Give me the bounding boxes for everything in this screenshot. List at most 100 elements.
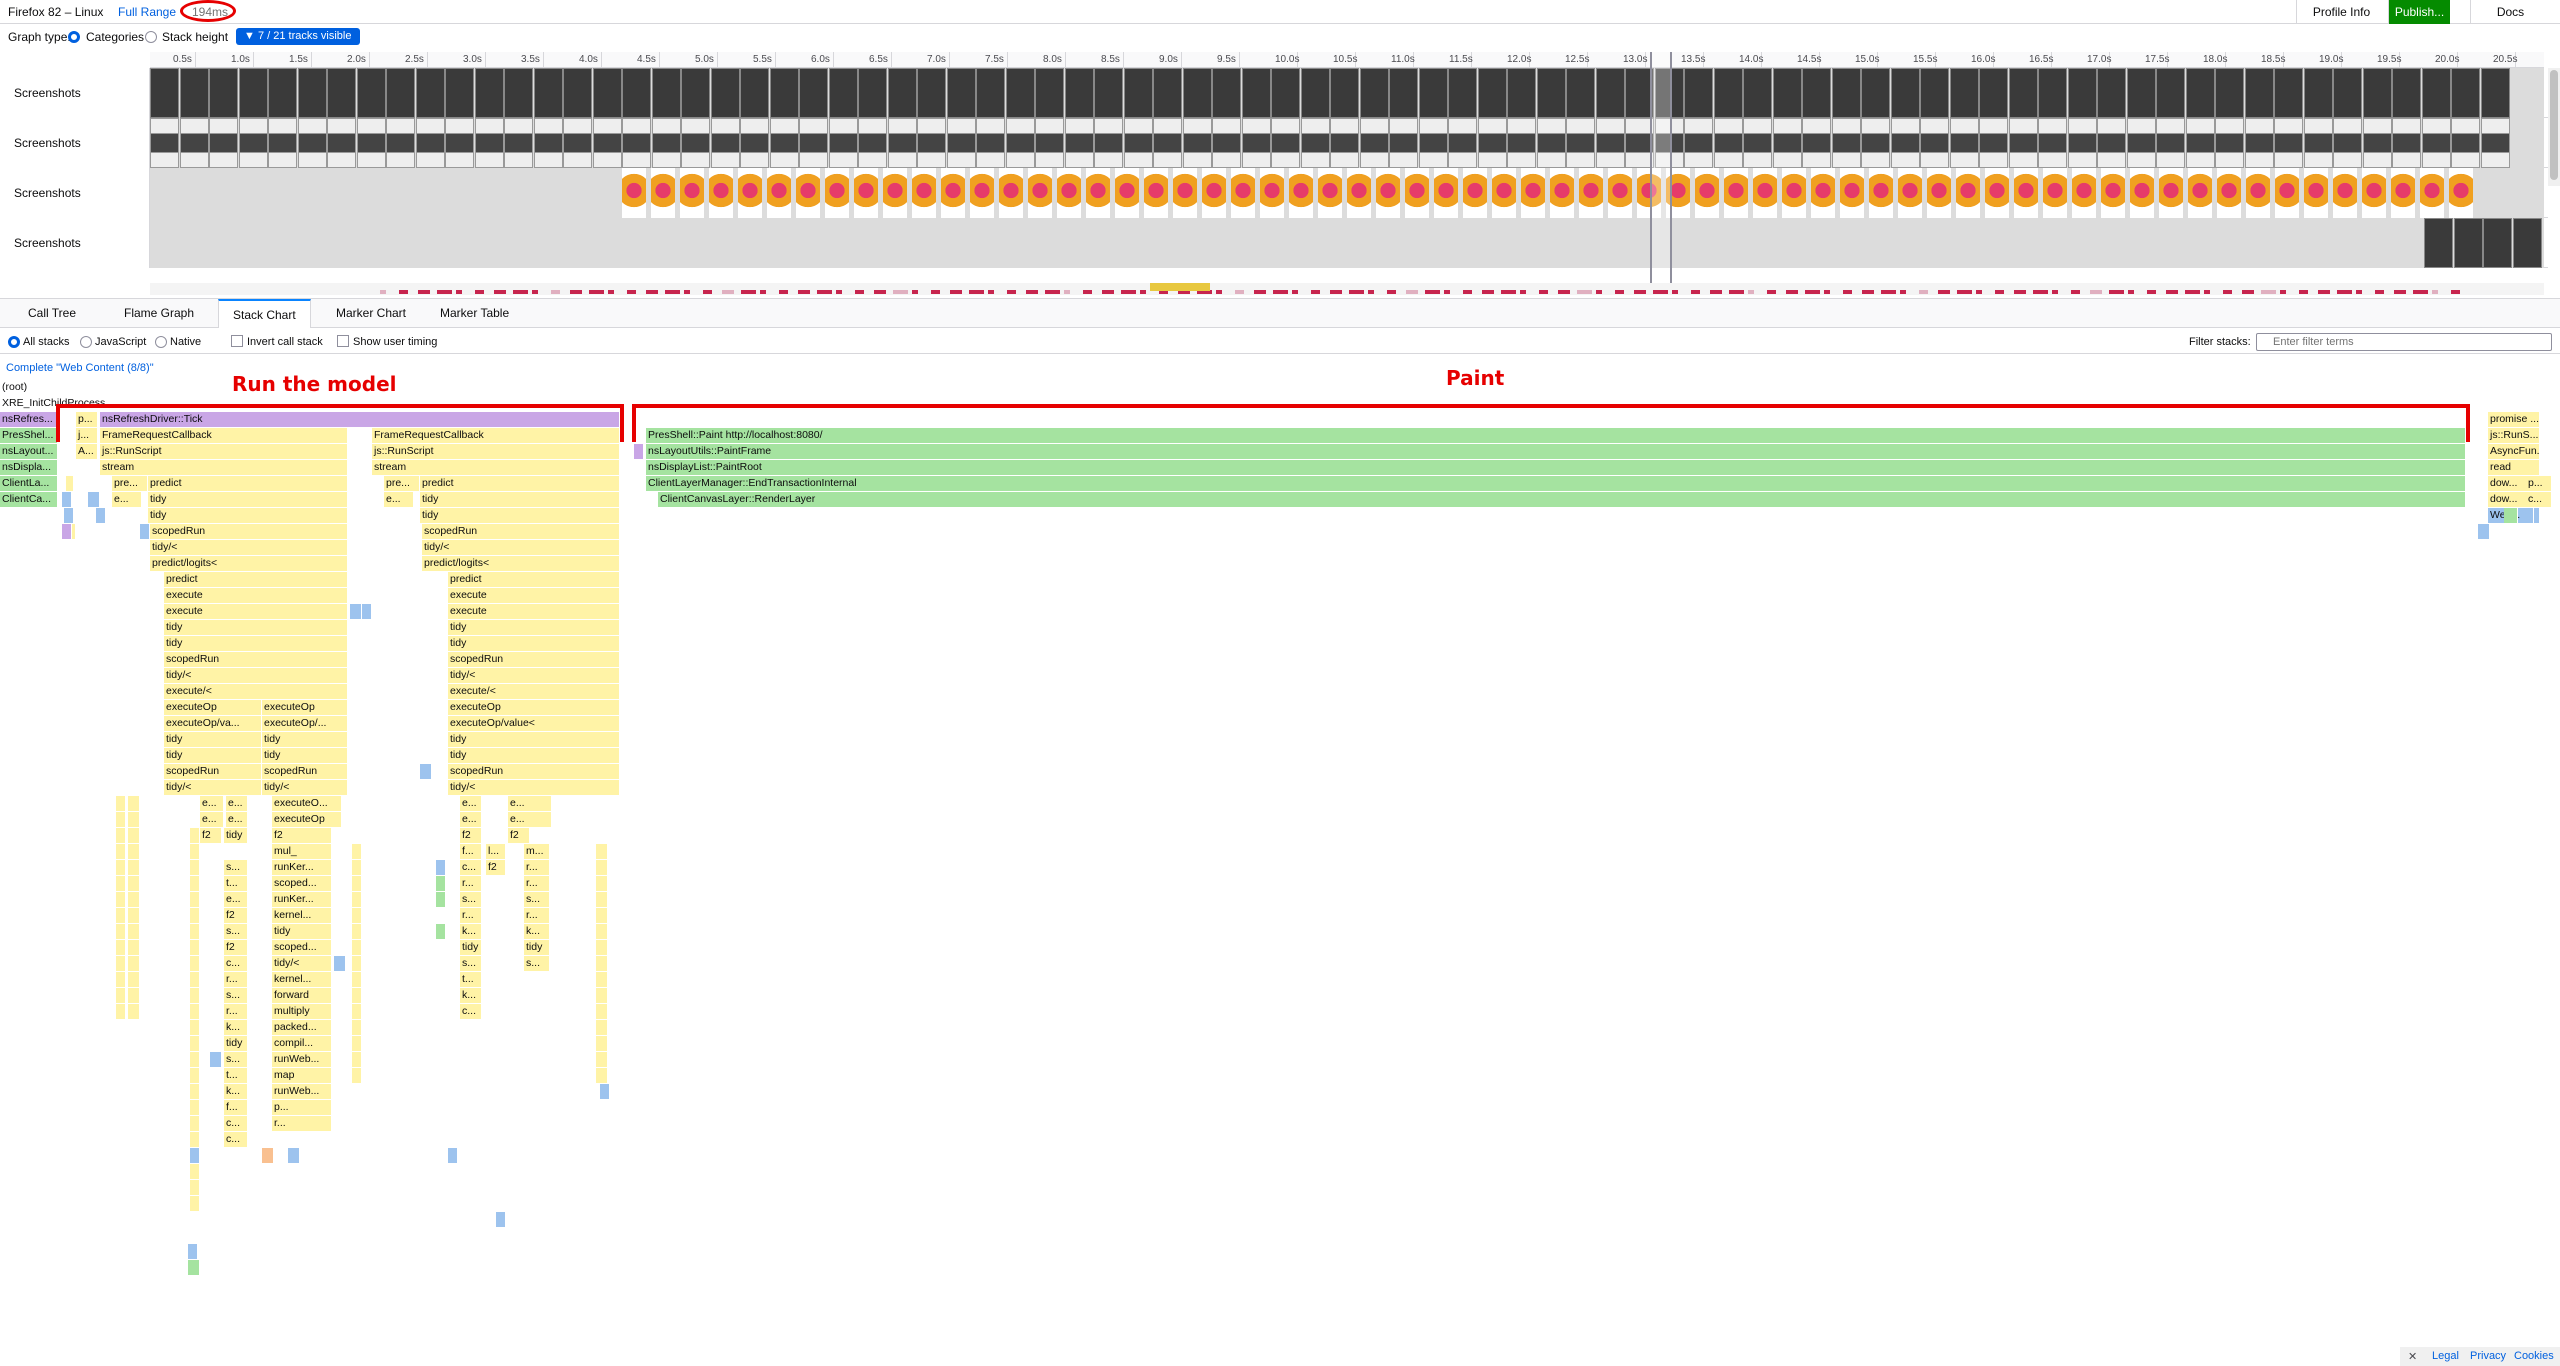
stack-frame[interactable]: scopedRun	[448, 764, 620, 779]
show-user-timing-checkbox[interactable]	[337, 335, 349, 347]
screenshot-thumbnail[interactable]	[1241, 118, 1271, 168]
stack-frame[interactable]: tidy	[262, 732, 348, 747]
marker[interactable]	[2147, 290, 2156, 294]
frame-deep[interactable]	[352, 860, 362, 875]
stack-frame[interactable]: tidy	[164, 636, 348, 651]
screenshot-thumbnail[interactable]	[1359, 118, 1389, 168]
frame-deep[interactable]	[352, 876, 362, 891]
marker[interactable]	[1482, 290, 1494, 294]
screenshot-thumbnail[interactable]	[2101, 168, 2125, 218]
marker[interactable]	[722, 290, 734, 294]
frame-deep[interactable]: kernel...	[272, 972, 332, 987]
stack-frame[interactable]: e...	[226, 796, 248, 811]
marker[interactable]	[1539, 290, 1548, 294]
screenshot-thumbnail[interactable]	[1347, 168, 1371, 218]
frame-deep[interactable]	[352, 1052, 362, 1067]
screenshot-thumbnail[interactable]	[1300, 68, 1330, 118]
stack-frame[interactable]: tidy	[448, 620, 620, 635]
stack-frame[interactable]	[436, 876, 446, 891]
marker[interactable]	[988, 290, 994, 294]
frame-deep[interactable]	[116, 844, 126, 859]
timeline-ruler[interactable]: 0.5s 1.0s 1.5s 2.0s 2.5s 3.0s 3.5s 4.0s 4.5s 5.0s…	[150, 52, 2544, 68]
screenshot-thumbnail[interactable]	[825, 168, 849, 218]
marker[interactable]	[1843, 290, 1852, 294]
marker[interactable]	[1862, 290, 1874, 294]
marker[interactable]	[2223, 290, 2232, 294]
frame-right-column[interactable]: read	[2488, 460, 2540, 475]
marker[interactable]	[2299, 290, 2308, 294]
marker[interactable]	[532, 290, 538, 294]
marker[interactable]	[475, 290, 484, 294]
stack-frame[interactable]: tidy	[524, 940, 550, 955]
screenshot-thumbnail[interactable]	[767, 168, 791, 218]
invert-call-stack-checkbox[interactable]	[231, 335, 243, 347]
screenshot-thumbnail[interactable]	[2453, 218, 2483, 268]
frame-deep[interactable]	[128, 988, 140, 1003]
marker[interactable]	[1748, 290, 1754, 294]
frame-deep[interactable]	[352, 988, 362, 1003]
frame-deep[interactable]	[190, 1036, 200, 1051]
frame-deep[interactable]: map	[272, 1068, 332, 1083]
marker[interactable]	[627, 290, 636, 294]
frame-deep[interactable]	[128, 796, 140, 811]
screenshot-thumbnail[interactable]	[1005, 68, 1035, 118]
frame-deep[interactable]: scoped...	[272, 940, 332, 955]
screenshot-thumbnail[interactable]	[2449, 168, 2473, 218]
screenshot-thumbnail[interactable]	[1713, 118, 1743, 168]
stack-chart[interactable]: (root) XRE_InitChildProcess nsRefres... Pre…	[0, 380, 2560, 1346]
tab-call-tree[interactable]: Call Tree	[14, 299, 90, 328]
screenshot-thumbnail[interactable]	[2362, 118, 2392, 168]
screenshot-thumbnail[interactable]	[2159, 168, 2183, 218]
cookies-link[interactable]: Cookies	[2514, 1350, 2554, 1362]
stack-frame[interactable]	[262, 1148, 274, 1163]
stack-frame[interactable]	[362, 604, 372, 619]
frame-deep[interactable]: tidy	[224, 1036, 248, 1051]
screenshot-thumbnail[interactable]	[1434, 168, 1458, 218]
screenshot-thumbnail[interactable]	[1579, 168, 1603, 218]
stack-frame[interactable]: e...	[508, 812, 552, 827]
frame-deep[interactable]: s...	[224, 860, 248, 875]
stack-frame[interactable]: executeOp/value<	[448, 716, 620, 731]
marker[interactable]	[2432, 290, 2438, 294]
screenshot-thumbnail[interactable]	[651, 168, 675, 218]
screenshot-thumbnail[interactable]	[533, 68, 563, 118]
screenshot-thumbnail[interactable]	[1289, 168, 1313, 218]
screenshot-thumbnail[interactable]	[970, 168, 994, 218]
stack-frame[interactable]	[436, 892, 446, 907]
stack-frame[interactable]: tidy/<	[448, 668, 620, 683]
screenshot-thumbnail[interactable]	[946, 118, 976, 168]
screenshot-thumbnail[interactable]	[2008, 118, 2038, 168]
screenshot-thumbnail[interactable]	[297, 68, 327, 118]
stack-frame[interactable]: c...	[2526, 492, 2552, 507]
marker[interactable]	[2052, 290, 2058, 294]
screenshot-thumbnail[interactable]	[681, 118, 710, 168]
marker[interactable]	[950, 290, 962, 294]
frame-deep[interactable]	[352, 1068, 362, 1083]
screenshot-thumbnail[interactable]	[1418, 68, 1448, 118]
frame-deep[interactable]: r...	[272, 1116, 332, 1131]
screenshot-thumbnail[interactable]	[1920, 68, 1949, 118]
screenshot-thumbnail[interactable]	[1330, 68, 1359, 118]
stack-frame[interactable]	[436, 924, 446, 939]
selection-marker[interactable]	[1650, 52, 1672, 292]
screenshot-thumbnail[interactable]	[268, 68, 297, 118]
marker[interactable]	[2280, 290, 2286, 294]
frame-deep[interactable]	[352, 924, 362, 939]
marker[interactable]	[1501, 290, 1516, 294]
stack-frame[interactable]	[600, 1084, 610, 1099]
stack-frame[interactable]: e...	[226, 812, 248, 827]
marker[interactable]	[1235, 290, 1244, 294]
frame-deep[interactable]	[190, 860, 200, 875]
stack-frame[interactable]: scopedRun	[164, 652, 348, 667]
screenshot-thumbnail[interactable]	[356, 68, 386, 118]
screenshot-thumbnail[interactable]	[858, 68, 887, 118]
screenshot-thumbnail[interactable]	[999, 168, 1023, 218]
stack-frame[interactable]	[62, 492, 72, 507]
stack-frame[interactable]	[334, 956, 346, 971]
screenshot-thumbnail[interactable]	[2038, 68, 2067, 118]
stack-frame[interactable]: scopedRun	[150, 524, 348, 539]
screenshot-thumbnail[interactable]	[858, 118, 887, 168]
frame-deep[interactable]	[116, 924, 126, 939]
frame-deep[interactable]: t...	[460, 972, 482, 987]
frame-deep[interactable]: f...	[460, 844, 482, 859]
